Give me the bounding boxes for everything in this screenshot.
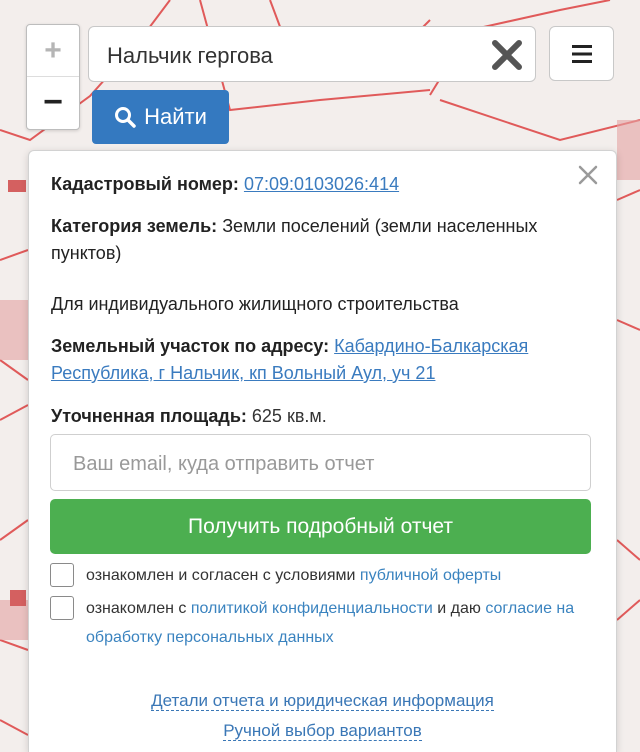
zoom-out-button[interactable]: − xyxy=(27,77,79,128)
category-row: Категория земель: Земли поселений (земли… xyxy=(51,213,596,267)
cadastral-number-link[interactable]: 07:09:0103026:414 xyxy=(244,174,399,194)
search-box xyxy=(88,26,536,82)
category-label: Категория земель: xyxy=(51,216,218,236)
menu-button[interactable] xyxy=(549,26,614,81)
parcel-info-popup: Кадастровый номер: 07:09:0103026:414 Кат… xyxy=(28,150,617,752)
find-button[interactable]: Найти xyxy=(92,90,229,144)
details-link-row: Детали отчета и юридическая информация xyxy=(29,691,616,711)
address-label: Земельный участок по адресу: xyxy=(51,336,330,356)
manual-selection-link[interactable]: Ручной выбор вариантов xyxy=(223,721,422,741)
cadastral-label: Кадастровый номер: xyxy=(51,174,239,194)
manual-link-row: Ручной выбор вариантов xyxy=(29,721,616,741)
zoom-control: + − xyxy=(26,24,80,130)
public-offer-link[interactable]: публичной оферты xyxy=(360,567,501,584)
hamburger-icon xyxy=(571,44,592,63)
cadastral-row: Кадастровый номер: 07:09:0103026:414 xyxy=(51,171,399,198)
clear-icon[interactable] xyxy=(489,37,525,73)
privacy-policy-link[interactable]: политикой конфиденциальности xyxy=(191,600,433,617)
privacy-agreement-text-a: ознакомлен с xyxy=(86,600,187,617)
search-icon xyxy=(115,107,136,128)
area-label: Уточненная площадь: xyxy=(51,406,247,426)
email-field[interactable] xyxy=(71,446,575,482)
search-input[interactable] xyxy=(105,37,489,75)
zoom-in-button[interactable]: + xyxy=(27,25,79,77)
area-row: Уточненная площадь: 625 кв.м. xyxy=(51,403,327,430)
report-details-link[interactable]: Детали отчета и юридическая информация xyxy=(151,691,494,711)
find-button-label: Найти xyxy=(144,104,207,129)
offer-checkbox[interactable] xyxy=(50,563,74,587)
get-report-button[interactable]: Получить подробный отчет xyxy=(50,499,591,554)
privacy-agreement-text-b: и даю xyxy=(437,600,481,617)
address-row: Земельный участок по адресу: Кабардино-Б… xyxy=(51,333,596,387)
offer-agreement-text: ознакомлен и согласен с условиями xyxy=(86,567,356,584)
area-value: 625 кв.м. xyxy=(251,406,327,426)
privacy-checkbox[interactable] xyxy=(50,596,74,620)
close-icon[interactable] xyxy=(576,163,600,187)
usage-row: Для индивидуального жилищного строительс… xyxy=(51,294,459,314)
email-field-wrapper xyxy=(50,434,591,491)
